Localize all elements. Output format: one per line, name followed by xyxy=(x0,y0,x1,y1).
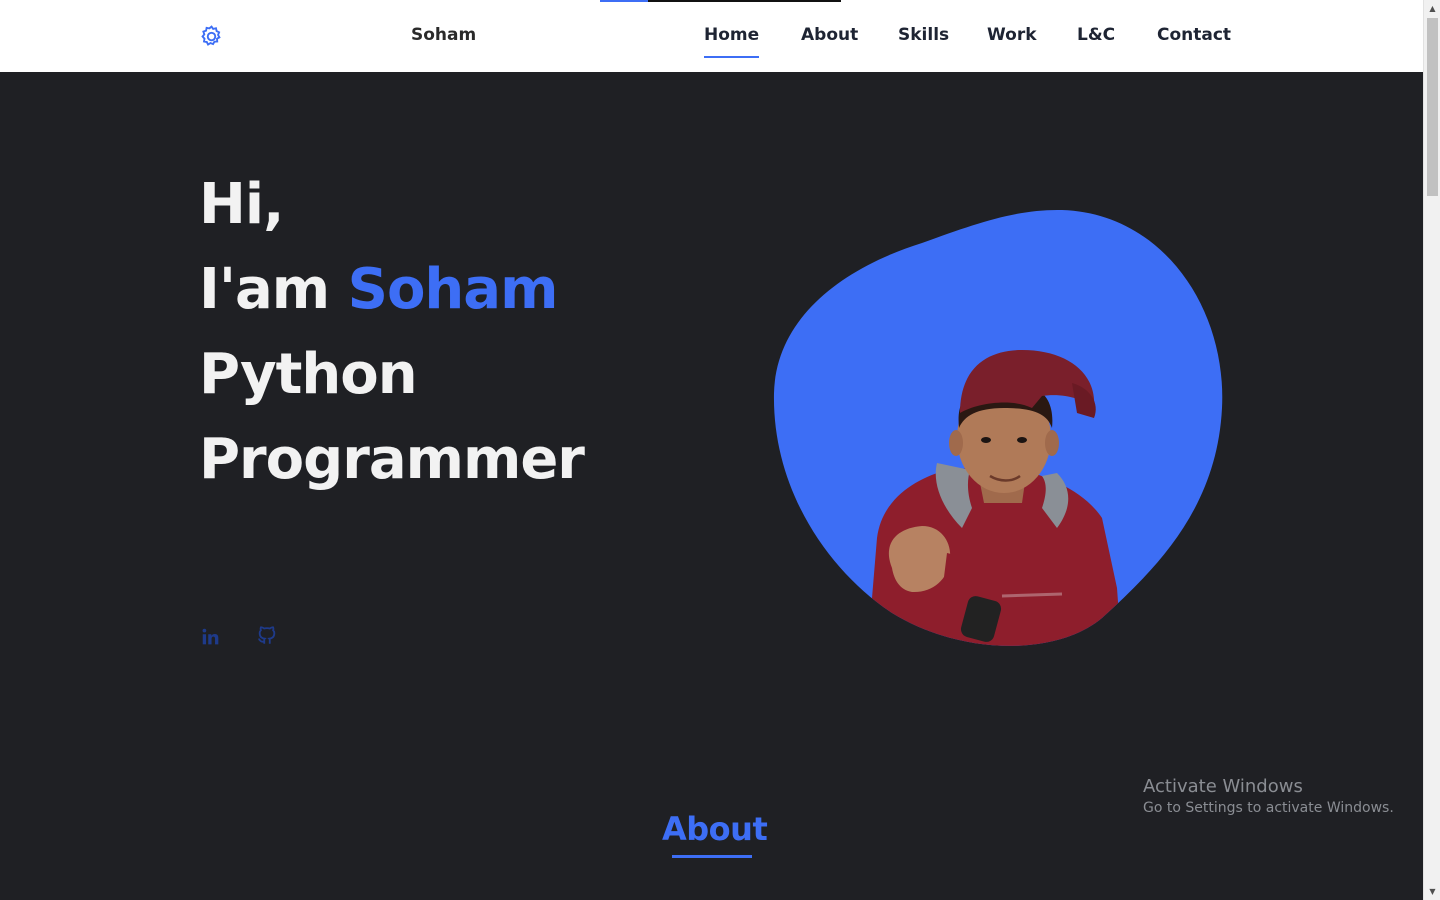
vertical-scrollbar[interactable]: ▲ ▼ xyxy=(1423,0,1440,900)
site-header: Soham Home About Skills Work L&C Contact xyxy=(0,0,1423,72)
scroll-up-arrow-icon[interactable]: ▲ xyxy=(1424,0,1440,17)
hero-name: Soham xyxy=(347,257,559,322)
scrollbar-thumb[interactable] xyxy=(1427,18,1438,196)
nav-contact[interactable]: Contact xyxy=(1157,25,1231,45)
github-icon[interactable] xyxy=(256,624,278,646)
hero-role-line1: Python xyxy=(199,342,418,407)
hero-intro-prefix: I'am xyxy=(199,257,348,322)
page-load-progress-fill xyxy=(600,0,648,2)
watermark-title: Activate Windows xyxy=(1143,776,1303,797)
nav-work[interactable]: Work xyxy=(987,25,1037,45)
linkedin-icon[interactable] xyxy=(200,626,222,648)
profile-blob xyxy=(773,209,1223,646)
nav-lc[interactable]: L&C xyxy=(1077,25,1115,45)
about-underline xyxy=(672,855,752,858)
hero-intro: I'am Soham xyxy=(199,247,584,332)
gear-icon[interactable] xyxy=(199,24,224,49)
about-heading: About xyxy=(662,810,768,848)
watermark-subtitle: Go to Settings to activate Windows. xyxy=(1143,800,1394,816)
hero-role-line2: Programmer xyxy=(199,427,585,492)
page-load-progress xyxy=(600,0,841,2)
hero-heading: Hi, I'am Soham Python Programmer xyxy=(199,162,585,502)
nav-skills[interactable]: Skills xyxy=(898,25,949,45)
nav-home[interactable]: Home xyxy=(704,25,760,58)
hero-greeting: Hi, xyxy=(199,172,284,237)
brand-name[interactable]: Soham xyxy=(411,25,476,45)
scroll-down-arrow-icon[interactable]: ▼ xyxy=(1424,883,1440,900)
windows-activation-watermark: Activate Windows Go to Settings to activ… xyxy=(1143,776,1394,816)
nav-about[interactable]: About xyxy=(801,25,858,45)
